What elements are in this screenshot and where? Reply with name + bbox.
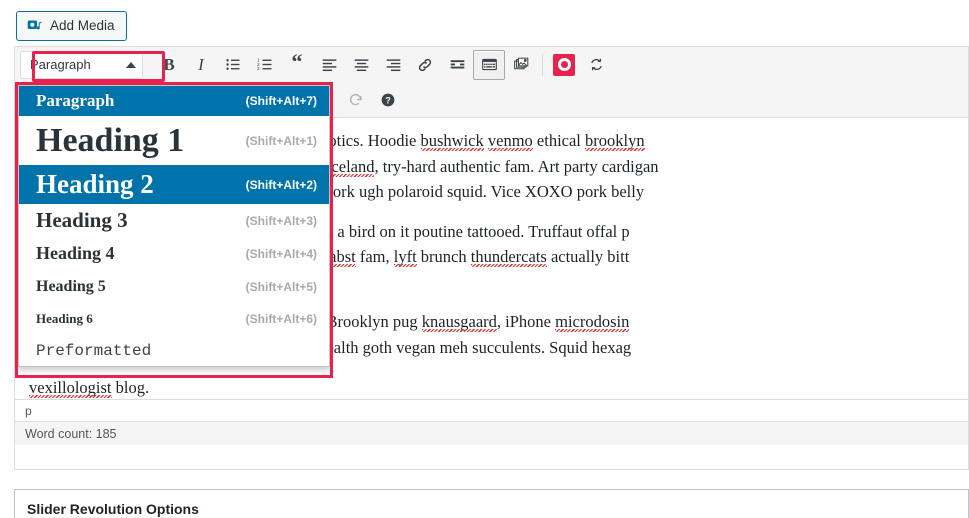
link-icon xyxy=(416,56,434,74)
format-option-shortcut: (Shift+Alt+5) xyxy=(245,279,317,294)
slider-revolution-icon xyxy=(553,53,575,76)
element-path-bar[interactable]: p xyxy=(15,399,968,421)
format-option-shortcut: (Shift+Alt+6) xyxy=(245,312,317,326)
metabox-title: Slider Revolution Options xyxy=(27,501,199,517)
format-option-shortcut: (Shift+Alt+4) xyxy=(245,246,317,261)
gallery-icon xyxy=(513,56,530,73)
format-select-value: Paragraph xyxy=(30,57,91,72)
format-option-heading-4[interactable]: Heading 4 (Shift+Alt+4) xyxy=(19,237,329,270)
svg-text:?: ? xyxy=(385,96,390,106)
word-count: Word count: 185 xyxy=(25,426,117,441)
toolbar-row-1: Paragraph B I 1 2 3 “ xyxy=(15,47,968,82)
toolbar-divider xyxy=(542,53,543,76)
toggle-toolbar-button[interactable] xyxy=(473,49,505,80)
format-option-heading-1[interactable]: Heading 1 (Shift+Alt+1) xyxy=(19,116,329,165)
misspelled-word: brooklyn xyxy=(585,131,645,150)
format-option-heading-3[interactable]: Heading 3 (Shift+Alt+3) xyxy=(19,204,329,237)
redo-icon xyxy=(347,91,365,109)
add-media-label: Add Media xyxy=(50,18,115,34)
misspelled-word: vexillologist xyxy=(29,377,112,397)
read-more-button[interactable] xyxy=(441,50,473,80)
format-option-heading-2[interactable]: Heading 2 (Shift+Alt+2) xyxy=(19,165,329,204)
format-option-heading-6[interactable]: Heading 6 (Shift+Alt+6) xyxy=(19,303,329,335)
misspelled-word: microdosin xyxy=(555,312,630,332)
misspelled-word: lyft xyxy=(393,247,417,267)
format-dropdown: Paragraph (Shift+Alt+7) Heading 1 (Shift… xyxy=(15,82,333,378)
align-center-icon xyxy=(353,56,370,73)
read-more-icon xyxy=(449,56,466,73)
format-option-shortcut: (Shift+Alt+2) xyxy=(245,177,317,192)
slider-revolution-metabox: Slider Revolution Options xyxy=(14,489,969,518)
element-path: p xyxy=(25,403,32,418)
bold-button[interactable]: B xyxy=(153,50,185,80)
body-text: brunch xyxy=(416,247,471,267)
blockquote-button[interactable]: “ xyxy=(281,50,313,80)
align-right-icon xyxy=(385,56,402,73)
body-text: Brooklyn pug xyxy=(322,312,422,332)
format-option-label: Preformatted xyxy=(36,341,152,360)
unordered-list-icon xyxy=(225,56,242,73)
add-gallery-button[interactable] xyxy=(505,50,537,80)
misspelled-word: knausgaard xyxy=(421,312,497,332)
format-option-label: Heading 6 xyxy=(36,311,93,326)
media-buttons-bar: Add Media xyxy=(14,8,969,46)
body-text: actually bitt xyxy=(546,247,630,267)
sync-button[interactable] xyxy=(580,50,612,80)
svg-text:3: 3 xyxy=(257,66,260,71)
format-option-label: Heading 1 xyxy=(36,121,185,159)
misspelled-word: venmo xyxy=(487,131,533,150)
add-media-button[interactable]: Add Media xyxy=(16,11,127,41)
body-text: fam, xyxy=(355,247,394,267)
misspelled-word: thundercats xyxy=(470,247,547,267)
format-dropdown-list: Paragraph (Shift+Alt+7) Heading 1 (Shift… xyxy=(18,85,330,367)
italic-button[interactable]: I xyxy=(185,50,217,80)
quote-icon: “ xyxy=(291,48,303,74)
redo-button[interactable] xyxy=(340,85,372,115)
help-button[interactable]: ? xyxy=(372,85,404,115)
numbered-list-button[interactable]: 1 2 3 xyxy=(249,50,281,80)
help-icon: ? xyxy=(380,92,396,108)
body-text: ethical xyxy=(532,131,586,150)
body-text: , iPhone xyxy=(496,312,556,332)
format-option-shortcut: (Shift+Alt+3) xyxy=(245,213,317,228)
format-option-shortcut: (Shift+Alt+7) xyxy=(245,94,317,108)
format-option-label: Paragraph xyxy=(36,91,115,110)
media-icon xyxy=(26,18,43,35)
italic-icon: I xyxy=(198,54,204,74)
format-option-label: Heading 4 xyxy=(36,243,115,263)
slider-revolution-button[interactable] xyxy=(548,50,580,80)
ordered-list-icon: 1 2 3 xyxy=(257,56,274,73)
insert-link-button[interactable] xyxy=(409,50,441,80)
word-count-bar: Word count: 185 xyxy=(15,421,968,445)
bullet-list-button[interactable] xyxy=(217,50,249,80)
body-text: blog. xyxy=(111,377,150,397)
format-option-label: Heading 3 xyxy=(36,208,128,232)
sync-icon xyxy=(588,56,605,73)
chevron-up-icon xyxy=(126,61,136,68)
align-right-button[interactable] xyxy=(377,50,409,80)
align-left-icon xyxy=(321,56,338,73)
keyboard-toolbar-icon xyxy=(481,56,498,73)
body-paragraph-4: vexillologist blog. xyxy=(29,375,968,400)
body-text: , try-hard authentic fam. Art party card… xyxy=(374,156,659,176)
misspelled-word: bushwick xyxy=(420,131,484,150)
wordpress-post-editor: Add Media Paragraph B I 1 2 3 “ ? semiot… xyxy=(0,0,969,518)
format-option-preformatted[interactable]: Preformatted xyxy=(19,335,329,366)
misspelled-word: iceland xyxy=(326,156,375,176)
format-option-shortcut: (Shift+Alt+1) xyxy=(245,133,317,148)
bold-icon: B xyxy=(163,54,175,74)
format-option-paragraph[interactable]: Paragraph (Shift+Alt+7) xyxy=(19,86,329,116)
align-left-button[interactable] xyxy=(313,50,345,80)
format-select[interactable]: Paragraph xyxy=(20,50,143,79)
format-option-heading-5[interactable]: Heading 5 (Shift+Alt+5) xyxy=(19,270,329,303)
format-option-label: Heading 5 xyxy=(36,277,106,295)
align-center-button[interactable] xyxy=(345,50,377,80)
format-option-label: Heading 2 xyxy=(36,169,154,199)
